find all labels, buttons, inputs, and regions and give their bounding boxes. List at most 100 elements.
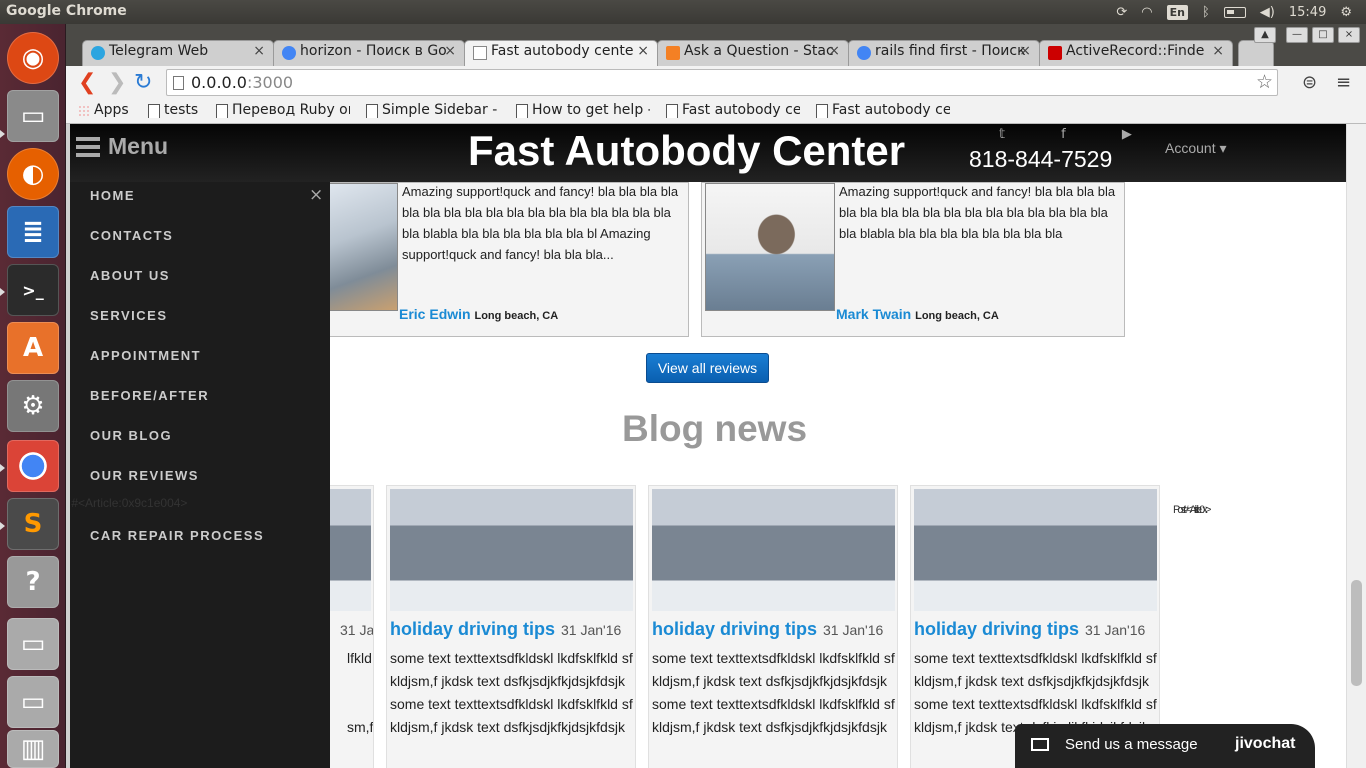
bookmark-item[interactable]: Перевод Ruby on [214,102,350,118]
profile-icon[interactable]: ▲ [1254,27,1276,43]
extension-icon[interactable]: ⊜ [1302,72,1317,93]
blog-post-image[interactable] [914,489,1157,611]
blog-post-title-text: holiday driving tips [914,619,1080,639]
tab-telegram[interactable]: Telegram Web × [82,40,274,66]
review-card: Amazing support!quck and fancy! bla bla … [328,182,689,337]
keyboard-layout-indicator[interactable]: En [1166,4,1188,20]
jivochat-message: Send us a message [1065,736,1198,753]
tab-label: Fast autobody cente [491,43,634,59]
blog-post-title-text: holiday driving tips [652,619,818,639]
menu-item-our-reviews[interactable]: OUR REVIEWS [90,468,199,483]
sync-icon[interactable]: ⟳ [1116,5,1127,20]
maximize-button[interactable]: □ [1312,27,1334,43]
tab-stackoverflow-ask[interactable]: Ask a Question - Stac × [657,40,849,66]
tab-activerecord-finder[interactable]: ActiveRecord::Finde × [1039,40,1233,66]
blog-section-title: Blog news [622,408,808,449]
reviewer-name[interactable]: Mark Twain Long beach, CA [836,306,999,322]
back-icon[interactable]: ❮ [78,70,96,95]
site-brand[interactable]: Fast Autobody Center [468,127,905,175]
ubuntu-dash-icon[interactable]: ◉ [7,32,59,84]
libreoffice-writer-icon[interactable]: ≣ [7,206,59,258]
tab-horizon-search[interactable]: horizon - Поиск в Go × [273,40,465,66]
tab-fast-autobody[interactable]: Fast autobody cente × [464,40,658,67]
bookmark-item[interactable]: Fast autobody cei [664,102,800,118]
menu-item-our-blog[interactable]: OUR BLOG [90,428,172,443]
blog-post-title[interactable]: holiday driving tips 31 Jan'16 [390,619,621,640]
firefox-icon[interactable]: ◐ [7,148,59,200]
clock[interactable]: 15:49 [1289,5,1326,20]
menu-toggle[interactable]: Menu [76,133,168,160]
menu-item-contacts[interactable]: CONTACTS [90,228,173,243]
blog-post-image[interactable] [652,489,895,611]
blog-post-date: 31 Jan'16 [823,622,884,638]
terminal-icon[interactable]: >_ [7,264,59,316]
bookmark-item[interactable]: Fast autobody cei [814,102,950,118]
drive-icon[interactable]: ▭ [7,618,59,670]
address-bar[interactable]: 0.0.0.0:3000 ☆ [166,69,1278,96]
review-photo [329,183,398,311]
wifi-icon[interactable]: ◠ [1141,5,1152,20]
help-icon[interactable]: ? [7,556,59,608]
trash-icon[interactable]: ▥ [7,730,59,768]
close-tab-icon[interactable]: × [637,43,649,59]
partial-body-line: sm,f [347,719,374,735]
close-menu-icon[interactable]: × [309,185,323,205]
reviewer-name[interactable]: Eric Edwin Long beach, CA [399,306,558,322]
forward-icon[interactable]: ❯ [108,70,126,95]
system-tray: ⟳ ◠ En ᛒ ◀) 15:49 ⚙ [1116,0,1366,24]
review-text: Amazing support!quck and fancy! bla bla … [402,184,679,262]
chrome-icon[interactable] [7,440,59,492]
chrome-window: Telegram Web × horizon - Поиск в Go × Fast… [66,24,1366,768]
bookmark-item[interactable]: tests [146,102,212,118]
scrollbar-thumb[interactable] [1351,580,1362,686]
menu-item-services[interactable]: SERVICES [90,308,168,323]
close-tab-icon[interactable]: × [828,43,840,59]
new-tab-button[interactable] [1238,40,1274,66]
battery-icon[interactable] [1223,6,1246,18]
menu-item-before-after[interactable]: BEFORE/AFTER [90,388,209,403]
bookmark-item[interactable]: How to get help - [514,102,650,118]
page-scrollbar[interactable] [1346,124,1366,768]
debug-output-text: Post#<Article:0x...> [1173,504,1211,516]
close-tab-icon[interactable]: × [253,43,265,59]
bookmark-item[interactable]: Simple Sidebar - S [364,102,502,118]
menu-item-car-repair-process[interactable]: CAR REPAIR PROCESS [90,528,264,543]
reload-icon[interactable]: ↻ [134,70,152,95]
tab-strip: Telegram Web × horizon - Поиск в Go × Fast… [66,24,1366,67]
blog-post-title[interactable]: holiday driving tips 31 Jan'16 [914,619,1145,640]
minimize-button[interactable]: — [1286,27,1308,43]
social-links[interactable]: 𝕥 f ▶ [999,127,1158,142]
volume-icon[interactable]: ◀) [1260,5,1275,20]
close-tab-icon[interactable]: × [444,43,456,59]
bookmarks-bar: Apps tests Перевод Ruby on Simple Sideba… [66,100,1366,124]
chrome-menu-icon[interactable]: ≡ [1336,72,1351,93]
power-gear-icon[interactable]: ⚙ [1340,5,1352,20]
close-tab-icon[interactable]: × [1212,43,1224,59]
menu-item-about-us[interactable]: ABOUT US [90,268,170,283]
review-text: Amazing support!quck and fancy! bla bla … [839,184,1116,241]
blog-post-title[interactable]: holiday driving tips 31 Jan'16 [652,619,883,640]
view-all-reviews-button[interactable]: View all reviews [646,353,769,383]
close-tab-icon[interactable]: × [1019,43,1031,59]
bluetooth-icon[interactable]: ᛒ [1202,5,1210,20]
close-window-button[interactable]: × [1338,27,1360,43]
files-icon[interactable]: ▭ [7,90,59,142]
sublime-text-icon[interactable]: S [7,498,59,550]
system-settings-icon[interactable]: ⚙ [7,380,59,432]
tab-rails-find-first[interactable]: rails find first - Поиск × [848,40,1040,66]
account-dropdown[interactable]: Account ▾ [1165,140,1227,157]
software-center-icon[interactable]: A [7,322,59,374]
url-host: 0.0.0.0 [191,73,247,92]
bookmark-apps[interactable]: Apps [76,102,129,118]
tab-label: ActiveRecord::Finde [1066,43,1205,59]
blog-post-image[interactable] [390,489,633,611]
telegram-icon [91,46,105,60]
bookmark-star-icon[interactable]: ☆ [1256,71,1273,93]
drive-icon[interactable]: ▭ [7,676,59,728]
google-icon [857,46,871,60]
menu-item-appointment[interactable]: APPOINTMENT [90,348,201,363]
menu-item-home[interactable]: HOME [90,188,135,203]
tab-label: rails find first - Поиск [875,43,1026,59]
jivochat-widget[interactable]: Send us a message jivochat [1015,724,1315,768]
blog-post-date: 31 Jan'16 [1085,622,1146,638]
